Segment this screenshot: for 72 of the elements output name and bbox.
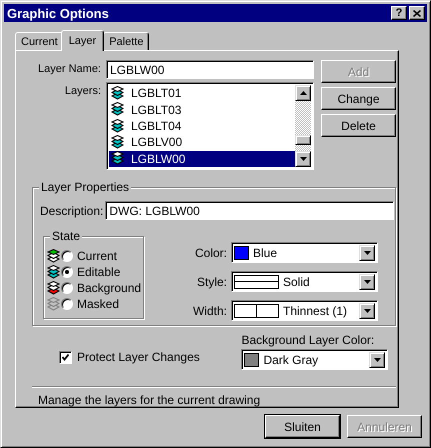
dropdown-value: Blue [253, 246, 278, 260]
close-icon [413, 10, 421, 16]
window-title: Graphic Options [7, 6, 110, 20]
action-button[interactable]: Delete [321, 114, 396, 137]
radio-button[interactable] [61, 282, 73, 294]
radio-button[interactable] [61, 250, 73, 262]
description-field[interactable]: DWG: LGBLW00 [105, 201, 394, 220]
list-item[interactable]: LGBLV00 [109, 134, 295, 151]
field-label: Layer Name: [37, 62, 101, 77]
check-icon [62, 354, 69, 361]
dropdown[interactable]: Solid [231, 271, 378, 292]
down-arrow-icon [364, 280, 370, 284]
field-label: Width: [192, 304, 227, 318]
scroll-up-button[interactable] [295, 85, 311, 101]
radio-button[interactable] [61, 266, 73, 278]
radio-label[interactable]: Masked [77, 297, 120, 311]
layer-stack-icon [111, 86, 124, 101]
down-arrow-icon [364, 250, 370, 254]
group-title: State [50, 229, 82, 243]
dropdown-button[interactable] [359, 244, 375, 260]
close-button[interactable] [409, 6, 425, 20]
radio-label[interactable]: Editable [77, 265, 120, 279]
tab[interactable]: Layer [60, 30, 104, 51]
group-title: Layer Properties [39, 180, 132, 194]
dropdown-button[interactable] [359, 302, 375, 318]
checkbox-label[interactable]: Protect Layer Changes [77, 350, 200, 364]
layer-stack-icon [47, 264, 60, 280]
dropdown[interactable]: Dark Gray [241, 349, 388, 370]
list-item[interactable]: LGBLW00 [109, 150, 295, 168]
list-item[interactable]: LGBLT03 [109, 101, 295, 118]
dropdown[interactable]: Blue [231, 242, 378, 263]
dialog-button[interactable]: Sluiten [265, 415, 340, 438]
dropdown-value: Dark Gray [263, 352, 320, 367]
down-arrow-icon [364, 308, 370, 312]
scroll-thumb[interactable] [295, 135, 311, 145]
radio-button[interactable] [61, 298, 73, 310]
field-label: Layers: [64, 84, 101, 99]
field-label: Description: [40, 204, 104, 218]
layer-stack-icon [47, 248, 60, 264]
list-item[interactable]: LGBLT04 [109, 118, 295, 134]
dropdown[interactable]: Thinnest (1) [231, 300, 378, 321]
line-width-preview [234, 304, 279, 318]
radio-label[interactable]: Current [77, 249, 118, 263]
layer-stack-icon [47, 280, 60, 296]
layer-stack-icon [111, 134, 124, 150]
field-label: Style: [196, 274, 227, 288]
field-label: Background Layer Color: [241, 333, 376, 348]
down-arrow-icon [300, 157, 306, 161]
field-label: Color: [194, 246, 227, 260]
scrollbar[interactable] [295, 85, 311, 167]
scroll-down-button[interactable] [295, 151, 311, 167]
action-button[interactable]: Change [321, 87, 396, 110]
dropdown-value: Thinnest (1) [283, 304, 348, 318]
dropdown-button[interactable] [369, 352, 385, 368]
layer-name-field[interactable]: LGBLW00 [106, 60, 314, 79]
radio-label[interactable]: Background [77, 281, 142, 295]
up-arrow-icon [300, 91, 306, 95]
list-item[interactable]: LGBLT01 [109, 85, 295, 102]
layers-list[interactable]: LGBLT01 LGBLT03 LGBLT04 LGBLV00 LGBLW00 [106, 82, 314, 170]
tab[interactable]: Palette [103, 32, 150, 50]
help-button[interactable]: ? [391, 6, 407, 20]
status-text: Manage the layers for the current drawing [38, 393, 262, 407]
line-style-preview [234, 274, 279, 288]
tab[interactable]: Current [15, 32, 64, 50]
checkbox[interactable] [59, 350, 72, 364]
layer-stack-icon [47, 296, 60, 312]
dropdown-button[interactable] [359, 274, 375, 290]
layer-stack-icon [111, 151, 124, 166]
layer-stack-icon [111, 102, 124, 118]
down-arrow-icon [374, 358, 380, 362]
dropdown-value: Solid [283, 274, 311, 288]
layer-stack-icon [111, 118, 124, 134]
